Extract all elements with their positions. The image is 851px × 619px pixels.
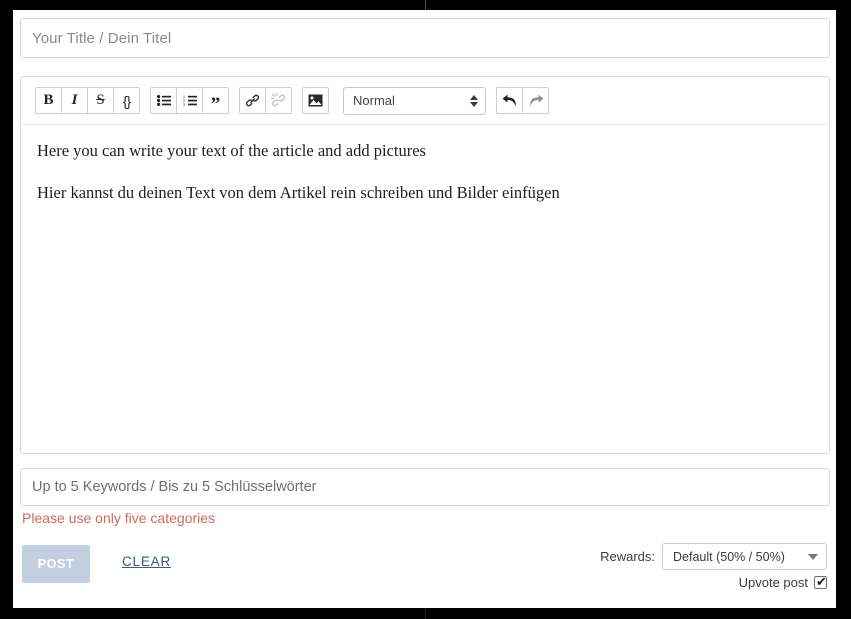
numbered-list-button[interactable]: 1 2 3: [176, 87, 203, 114]
body-paragraph-en: Here you can write your text of the arti…: [37, 141, 426, 160]
image-icon: [308, 94, 323, 107]
clear-button[interactable]: CLEAR: [122, 554, 171, 569]
post-button[interactable]: POST: [22, 545, 90, 583]
keywords-input-placeholder: Up to 5 Keywords / Bis zu 5 Schlüsselwör…: [32, 479, 317, 495]
window-edge-marker-top: [425, 0, 426, 10]
editor-body[interactable]: Here you can write your text of the arti…: [21, 125, 829, 453]
link-icon: [245, 93, 260, 108]
post-button-label: POST: [37, 557, 75, 571]
italic-icon: I: [71, 92, 78, 108]
rewards-select-value: Default (50% / 50%): [673, 549, 785, 564]
window-edge-marker-bottom: [425, 608, 426, 619]
upvote-post-checkbox[interactable]: ✔: [814, 574, 827, 589]
format-select[interactable]: Normal: [343, 86, 486, 115]
link-button[interactable]: [239, 87, 266, 114]
toolbar-group-links: [239, 87, 292, 114]
code-braces-icon: {}: [122, 92, 131, 109]
unlink-button[interactable]: [265, 87, 292, 114]
rewards-row: Rewards: Default (50% / 50%): [600, 543, 827, 570]
strikethrough-button[interactable]: S: [87, 87, 114, 114]
toolbar-group-history: [496, 87, 549, 114]
undo-button[interactable]: [496, 87, 523, 114]
unlink-icon: [271, 93, 286, 108]
title-input-placeholder: Your Title / Dein Titel: [32, 29, 172, 47]
format-select-value: Normal: [353, 93, 395, 108]
up-down-caret-icon: [470, 94, 478, 107]
bullet-list-button[interactable]: [150, 87, 177, 114]
post-editor-page: Your Title / Dein Titel B I S {} 1 2 3 ”…: [13, 10, 836, 608]
toolbar-group-lists: 1 2 3 ”: [150, 87, 229, 114]
keywords-input[interactable]: Up to 5 Keywords / Bis zu 5 Schlüsselwör…: [20, 468, 830, 506]
svg-text:3: 3: [183, 103, 185, 106]
upvote-post-label: Upvote post: [738, 575, 808, 590]
bullet-list-icon: [156, 95, 171, 106]
keywords-error-message: Please use only five categories: [22, 510, 215, 526]
blockquote-button[interactable]: ”: [202, 87, 229, 114]
numbered-list-icon: 1 2 3: [183, 95, 197, 106]
redo-arrow-icon: [528, 94, 544, 108]
undo-arrow-icon: [502, 94, 518, 108]
bold-button[interactable]: B: [35, 87, 62, 114]
rewards-label: Rewards:: [600, 549, 655, 564]
insert-image-button[interactable]: [302, 87, 329, 114]
screenshot-frame: Your Title / Dein Titel B I S {} 1 2 3 ”…: [0, 0, 851, 619]
upvote-row: Upvote post ✔: [739, 575, 827, 590]
redo-button[interactable]: [522, 87, 549, 114]
clear-button-label: CLEAR: [122, 554, 172, 569]
strikethrough-icon: S: [96, 92, 105, 108]
rich-text-editor: B I S {} 1 2 3 ” Normal Here you can wri…: [20, 76, 830, 454]
checkmark-icon: ✔: [816, 574, 827, 589]
italic-button[interactable]: I: [61, 87, 88, 114]
rewards-select[interactable]: Default (50% / 50%): [662, 543, 827, 570]
code-button[interactable]: {}: [113, 87, 140, 114]
toolbar-group-inline-format: B I S {}: [35, 87, 140, 114]
body-paragraph-de: Hier kannst du deinen Text von dem Artik…: [37, 182, 560, 202]
editor-toolbar: B I S {} 1 2 3 ” Normal: [21, 77, 829, 125]
toolbar-group-media: [302, 87, 329, 114]
bold-icon: B: [43, 92, 54, 108]
title-input[interactable]: Your Title / Dein Titel: [20, 18, 830, 58]
chevron-down-icon: [808, 553, 818, 560]
